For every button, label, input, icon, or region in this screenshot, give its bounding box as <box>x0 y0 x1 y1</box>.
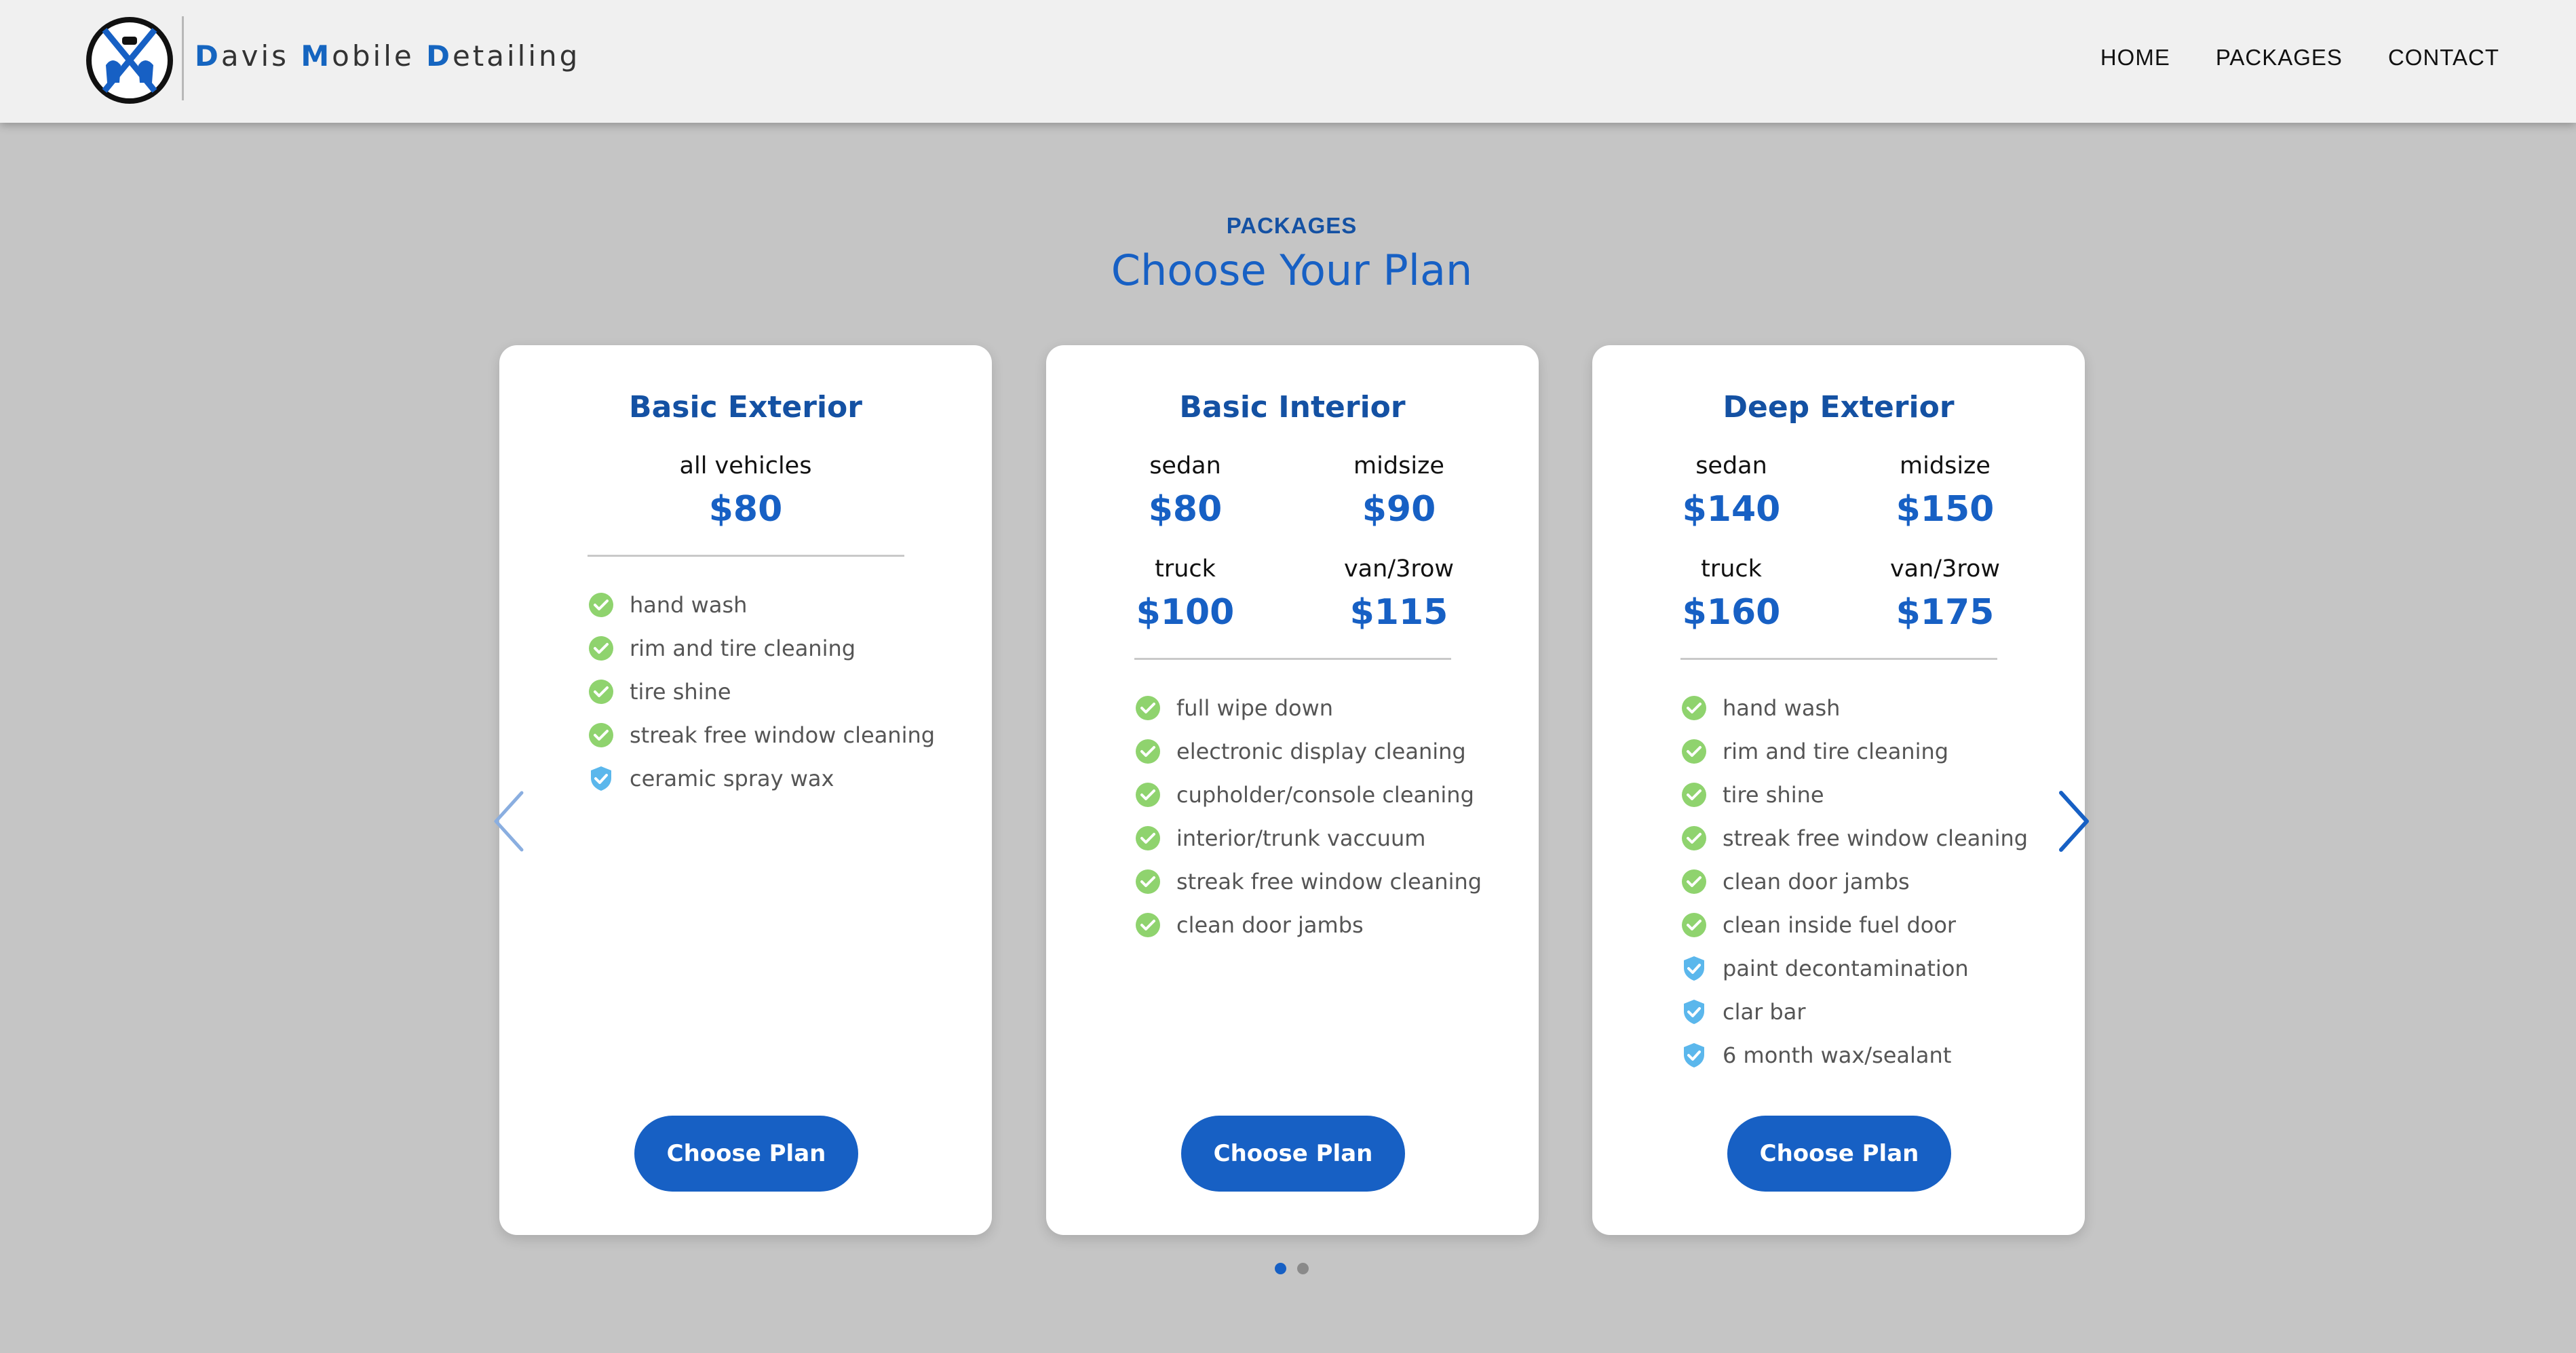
choose-plan-button[interactable]: Choose Plan <box>1181 1116 1405 1192</box>
check-icon <box>1680 694 1708 722</box>
plan-title: Basic Interior <box>1179 390 1406 425</box>
choose-plan-button[interactable]: Choose Plan <box>634 1116 858 1192</box>
check-icon <box>1680 825 1708 852</box>
feature-item: tire shine <box>1680 773 2028 817</box>
plan-title: Deep Exterior <box>1723 390 1955 425</box>
check-icon <box>1134 694 1161 722</box>
check-icon <box>1680 781 1708 808</box>
section-title: Choose Your Plan <box>1111 246 1473 295</box>
price-value: $115 <box>1349 592 1448 633</box>
price-label: van/3row <box>1343 555 1455 583</box>
carousel-dots <box>1275 1263 1309 1274</box>
next-arrow-icon[interactable] <box>2057 790 2091 852</box>
shield-icon <box>1680 955 1708 982</box>
price-label: midsize <box>1900 452 1991 479</box>
plan-title: Basic Exterior <box>629 390 862 425</box>
nav-contact-link[interactable]: CONTACT <box>2388 45 2499 71</box>
price-cell: van/3row $175 <box>1864 555 2026 633</box>
price-cell: van/3row $115 <box>1318 555 1480 633</box>
feature-item: full wipe down <box>1134 686 1482 730</box>
shield-icon <box>588 765 615 792</box>
feature-item: clean door jambs <box>1134 903 1482 947</box>
price-value: $160 <box>1682 592 1781 633</box>
card-divider <box>1134 658 1451 660</box>
check-icon <box>1134 868 1161 895</box>
price-value: $80 <box>1148 489 1223 530</box>
price-cell: midsize $150 <box>1864 452 2026 530</box>
logo-icon[interactable] <box>85 16 174 104</box>
feature-item: tire shine <box>588 670 935 713</box>
check-icon <box>1134 781 1161 808</box>
check-icon <box>588 678 615 705</box>
check-icon <box>1680 738 1708 765</box>
price-value: $90 <box>1362 489 1436 530</box>
price-value: $80 <box>708 489 783 530</box>
price-cell: midsize $90 <box>1318 452 1480 530</box>
feature-item: clean inside fuel door <box>1680 903 2028 947</box>
check-icon <box>1134 911 1161 939</box>
feature-list: full wipe down electronic display cleani… <box>1134 686 1482 947</box>
check-icon <box>1134 738 1161 765</box>
logo-divider <box>182 16 184 100</box>
nav-packages-link[interactable]: PACKAGES <box>2216 45 2343 71</box>
price-cell: truck $100 <box>1104 555 1267 633</box>
price-label: midsize <box>1353 452 1444 479</box>
prev-arrow-icon[interactable] <box>492 790 526 852</box>
feature-item: hand wash <box>1680 686 2028 730</box>
feature-item: electronic display cleaning <box>1134 730 1482 773</box>
carousel-dot[interactable] <box>1275 1263 1286 1274</box>
shield-icon <box>1680 1042 1708 1069</box>
feature-item: rim and tire cleaning <box>588 627 935 670</box>
price-label: sedan <box>1149 452 1221 479</box>
price-value: $140 <box>1682 489 1781 530</box>
feature-item: cupholder/console cleaning <box>1134 773 1482 817</box>
plan-card-basic-exterior: Basic Exterior all vehicles $80 hand was… <box>499 345 992 1235</box>
feature-item: streak free window cleaning <box>1134 860 1482 903</box>
card-divider <box>588 555 904 557</box>
price-label: all vehicles <box>679 452 812 479</box>
feature-item: clean door jambs <box>1680 860 2028 903</box>
choose-plan-button[interactable]: Choose Plan <box>1727 1116 1951 1192</box>
price-label: truck <box>1155 555 1216 583</box>
feature-item: streak free window cleaning <box>588 713 935 757</box>
nav-home-link[interactable]: HOME <box>2100 45 2170 71</box>
plan-card-deep-exterior: Deep Exterior sedan $140 midsize $150 tr… <box>1592 345 2085 1235</box>
feature-item: interior/trunk vaccuum <box>1134 817 1482 860</box>
price-label: truck <box>1701 555 1762 583</box>
price-cell: truck $160 <box>1650 555 1813 633</box>
plan-card-basic-interior: Basic Interior sedan $80 midsize $90 tru… <box>1046 345 1539 1235</box>
price-cell: sedan $80 <box>1104 452 1267 530</box>
price-label: sedan <box>1695 452 1767 479</box>
main-nav: HOME PACKAGES CONTACT <box>2100 45 2499 71</box>
price-cell: all vehicles $80 <box>664 452 827 530</box>
feature-item: rim and tire cleaning <box>1680 730 2028 773</box>
check-icon <box>588 635 615 662</box>
price-label: van/3row <box>1889 555 2001 583</box>
brand-name[interactable]: Davis Mobile Detailing <box>195 39 580 73</box>
shield-icon <box>1680 998 1708 1025</box>
check-icon <box>1680 868 1708 895</box>
feature-item: paint decontamination <box>1680 947 2028 990</box>
section-eyebrow: PACKAGES <box>1226 213 1358 238</box>
carousel-dot[interactable] <box>1297 1263 1309 1274</box>
price-value: $175 <box>1896 592 1995 633</box>
price-value: $150 <box>1896 489 1995 530</box>
feature-item: ceramic spray wax <box>588 757 935 800</box>
check-icon <box>588 591 615 619</box>
feature-item: 6 month wax/sealant <box>1680 1034 2028 1077</box>
check-icon <box>1134 825 1161 852</box>
feature-list: hand wash rim and tire cleaning tire shi… <box>1680 686 2028 1077</box>
check-icon <box>588 722 615 749</box>
feature-item: hand wash <box>588 583 935 627</box>
price-cell: sedan $140 <box>1650 452 1813 530</box>
price-value: $100 <box>1136 592 1235 633</box>
feature-list: hand wash rim and tire cleaning tire shi… <box>588 583 935 800</box>
site-header: Davis Mobile Detailing HOME PACKAGES CON… <box>0 0 2576 123</box>
feature-item: streak free window cleaning <box>1680 817 2028 860</box>
check-icon <box>1680 911 1708 939</box>
feature-item: clar bar <box>1680 990 2028 1034</box>
card-divider <box>1680 658 1997 660</box>
